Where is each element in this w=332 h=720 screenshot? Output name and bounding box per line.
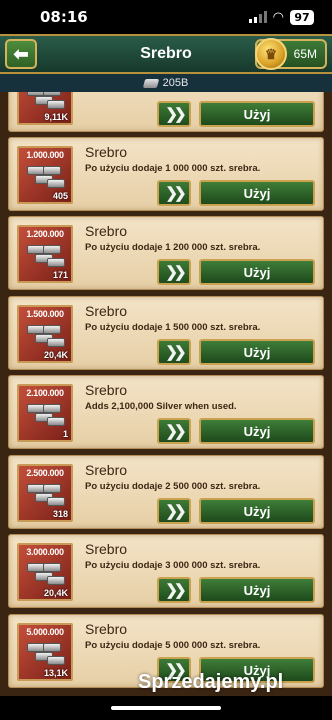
fast-forward-button[interactable]: ❯❯ (157, 498, 191, 524)
fast-forward-button[interactable]: ❯❯ (157, 418, 191, 444)
wifi-icon: ◠ (272, 9, 284, 25)
thumb-label: 5.000.000 (26, 627, 64, 637)
silver-stack-icon (27, 241, 65, 271)
item-thumbnail: 2.100.000 1 (17, 384, 73, 442)
item-name: Srebro (85, 382, 128, 398)
gold-coin-icon: ♛ (255, 38, 287, 70)
header: ⬅ Srebro ♛ 65M (0, 34, 332, 74)
item-thumbnail: 2.500.000 318 (17, 464, 73, 522)
silver-stack-icon (27, 559, 65, 589)
silver-stack-icon (27, 162, 65, 192)
fast-forward-button[interactable]: ❯❯ (157, 180, 191, 206)
item-thumbnail: 9,11K (17, 92, 73, 125)
item-count: 9,11K (44, 112, 68, 122)
item-name: Srebro (85, 303, 128, 319)
home-indicator[interactable] (111, 706, 221, 710)
use-button[interactable]: Użyj (199, 101, 315, 127)
item-count: 318 (52, 509, 68, 519)
fast-forward-button[interactable]: ❯❯ (157, 339, 191, 365)
item-name: Srebro (85, 223, 128, 239)
list-item: 1.500.000 20,4K Srebro Po użyciu dodaje … (8, 296, 324, 370)
list-item: 2.500.000 318 Srebro Po użyciu dodaje 2 … (8, 455, 324, 529)
list-item: 9,11K ❯❯ Użyj (8, 92, 324, 132)
item-description: Adds 2,100,000 Silver when used. (85, 401, 237, 412)
item-list[interactable]: 9,11K ❯❯ Użyj 1.000.000 405 Srebro Po uż… (0, 92, 332, 696)
arrow-left-icon: ⬅ (13, 43, 29, 64)
silver-stack-icon (27, 92, 65, 113)
fast-forward-button[interactable]: ❯❯ (157, 259, 191, 285)
status-icons: ◠ 97 (248, 9, 314, 25)
item-count: 171 (52, 270, 68, 280)
use-button[interactable]: Użyj (199, 339, 315, 365)
use-button[interactable]: Użyj (199, 577, 315, 603)
clock: 08:16 (40, 8, 88, 26)
item-count: 20,4K (43, 350, 68, 360)
status-bar: 08:16 ◠ 97 (0, 0, 332, 34)
item-thumbnail: 1.500.000 20,4K (17, 305, 73, 363)
item-description: Po użyciu dodaje 1 000 000 szt. srebra. (85, 163, 261, 174)
use-button[interactable]: Użyj (199, 418, 315, 444)
item-count: 405 (52, 191, 68, 201)
item-name: Srebro (85, 541, 128, 557)
thumb-label: 2.100.000 (26, 388, 64, 398)
item-description: Po użyciu dodaje 2 500 000 szt. srebra. (85, 481, 261, 492)
item-count: 13,1K (43, 668, 68, 678)
silver-stack-icon (27, 480, 65, 510)
back-button[interactable]: ⬅ (5, 39, 37, 69)
use-button[interactable]: Użyj (199, 180, 315, 206)
list-item: 1.000.000 405 Srebro Po użyciu dodaje 1 … (8, 137, 324, 211)
item-description: Po użyciu dodaje 1 500 000 szt. srebra. (85, 322, 261, 333)
thumb-label: 3.000.000 (26, 547, 64, 557)
item-thumbnail: 1.200.000 171 (17, 225, 73, 283)
thumb-label: 2.500.000 (26, 468, 64, 478)
silver-balance-bar: 205B (0, 74, 332, 92)
list-item: 1.200.000 171 Srebro Po użyciu dodaje 1 … (8, 216, 324, 290)
list-item: 3.000.000 20,4K Srebro Po użyciu dodaje … (8, 534, 324, 608)
watermark: Sprzedajemy.pl (138, 671, 284, 693)
fast-forward-button[interactable]: ❯❯ (157, 577, 191, 603)
gold-balance-button[interactable]: ♛ 65M (255, 38, 327, 70)
use-button[interactable]: Użyj (199, 259, 315, 285)
signal-icon (248, 11, 267, 23)
thumb-label: 1.500.000 (26, 309, 64, 319)
item-description: Po użyciu dodaje 3 000 000 szt. srebra. (85, 560, 261, 571)
item-thumbnail: 3.000.000 20,4K (17, 543, 73, 601)
item-thumbnail: 1.000.000 405 (17, 146, 73, 204)
silver-stack-icon (27, 321, 65, 351)
item-description: Po użyciu dodaje 5 000 000 szt. srebra. (85, 640, 261, 651)
item-name: Srebro (85, 462, 128, 478)
fast-forward-button[interactable]: ❯❯ (157, 101, 191, 127)
item-thumbnail: 5.000.000 13,1K (17, 623, 73, 681)
silver-stack-icon (27, 400, 65, 430)
battery-indicator: 97 (290, 9, 314, 25)
use-button[interactable]: Użyj (199, 498, 315, 524)
silver-amount: 205B (162, 77, 189, 89)
thumb-label: 1.000.000 (26, 150, 64, 160)
item-name: Srebro (85, 144, 128, 160)
silver-stack-icon (27, 639, 65, 669)
silver-bar-icon (142, 78, 159, 88)
bottom-bar (0, 696, 332, 720)
list-item: 2.100.000 1 Srebro Adds 2,100,000 Silver… (8, 375, 324, 449)
item-count: 20,4K (43, 588, 68, 598)
gold-amount: 65M (293, 47, 317, 61)
item-description: Po użyciu dodaje 1 200 000 szt. srebra. (85, 242, 261, 253)
item-name: Srebro (85, 621, 128, 637)
thumb-label: 1.200.000 (26, 229, 64, 239)
item-count: 1 (62, 429, 68, 439)
